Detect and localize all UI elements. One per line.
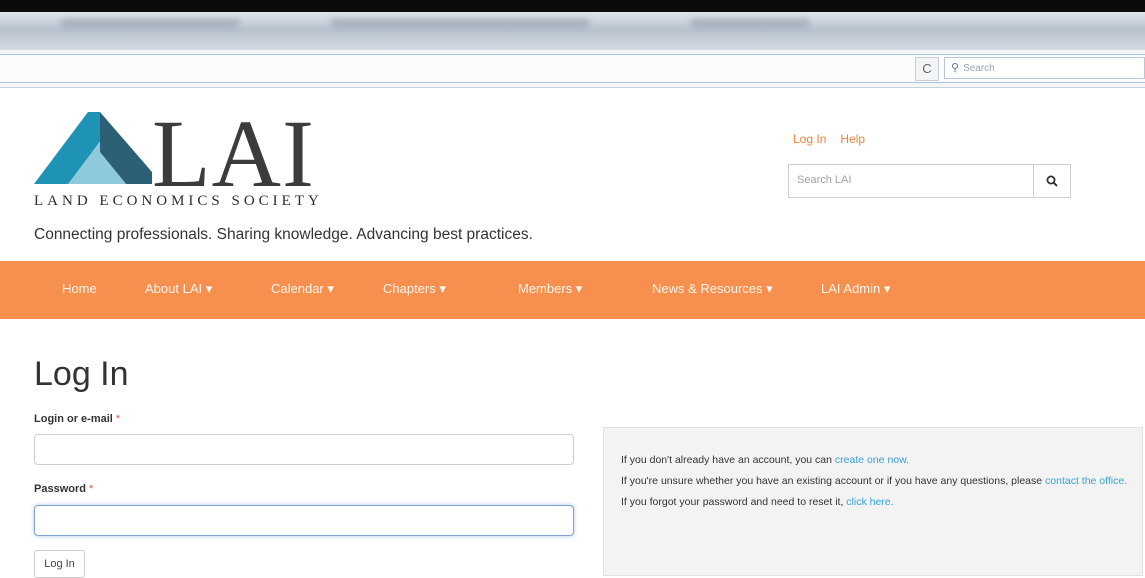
nav-item-news-resources[interactable]: News & Resources ▾ — [652, 281, 773, 297]
blurred-tab — [60, 18, 240, 28]
nav-item-calendar[interactable]: Calendar ▾ — [271, 281, 334, 297]
nav-item-members[interactable]: Members ▾ — [518, 281, 582, 297]
search-icon — [1046, 175, 1058, 187]
login-link[interactable]: Log In — [793, 132, 826, 146]
login-field-label: Login or e-mail * — [34, 413, 120, 425]
nav-item-chapters[interactable]: Chapters ▾ — [383, 281, 446, 297]
required-marker: * — [89, 483, 94, 495]
password-label-text: Password — [34, 483, 86, 495]
contact-office-link[interactable]: contact the office. — [1045, 475, 1127, 487]
logo-wordmark[interactable]: LAI — [152, 106, 315, 202]
search-icon: ⚲ — [951, 62, 960, 74]
info-line-reset: If you forgot your password and need to … — [621, 495, 1142, 510]
reload-button[interactable]: C — [915, 57, 939, 81]
nav-item-lai-admin[interactable]: LAI Admin ▾ — [821, 281, 890, 297]
blurred-tab — [690, 18, 810, 28]
password-field-label: Password * — [34, 483, 93, 495]
login-email-input[interactable] — [34, 434, 574, 465]
info-line-contact: If you're unsure whether you have an exi… — [621, 474, 1142, 489]
reset-password-link[interactable]: click here. — [846, 496, 893, 508]
browser-toolbar: C ⚲ Search — [0, 50, 1145, 88]
info-text: If you forgot your password and need to … — [621, 496, 847, 508]
tagline: Connecting professionals. Sharing knowle… — [34, 226, 533, 243]
info-line-create: If you don't already have an account, yo… — [621, 453, 1142, 468]
login-submit-button[interactable]: Log In — [34, 550, 85, 578]
blurred-tab — [330, 18, 590, 28]
create-account-link[interactable]: create one now. — [835, 454, 909, 466]
main-nav: Home About LAI ▾ Calendar ▾ Chapters ▾ M… — [0, 261, 1145, 319]
browser-search-placeholder: Search — [963, 63, 995, 74]
account-help-panel: If you don't already have an account, yo… — [603, 427, 1143, 576]
help-link[interactable]: Help — [840, 132, 865, 146]
required-marker: * — [115, 413, 121, 425]
site-search-button[interactable] — [1033, 165, 1070, 197]
login-label-text: Login or e-mail — [34, 413, 113, 425]
browser-search-input[interactable]: ⚲ Search — [944, 57, 1145, 79]
utility-links: Log In Help — [793, 132, 879, 146]
info-text: If you're unsure whether you have an exi… — [621, 475, 1046, 487]
browser-tab-strip — [0, 0, 1145, 50]
society-name: LAND ECONOMICS SOCIETY — [34, 193, 323, 209]
lai-logo-icon[interactable] — [34, 110, 152, 189]
nav-item-about[interactable]: About LAI ▾ — [145, 281, 212, 297]
info-text: If you don't already have an account, yo… — [621, 454, 835, 466]
site-search-input[interactable]: Search LAI — [788, 164, 1071, 198]
nav-item-home[interactable]: Home — [62, 281, 97, 296]
page-title: Log In — [34, 355, 129, 393]
site-search-placeholder: Search LAI — [797, 174, 852, 186]
reload-icon: C — [922, 61, 932, 76]
password-input[interactable] — [34, 505, 574, 536]
